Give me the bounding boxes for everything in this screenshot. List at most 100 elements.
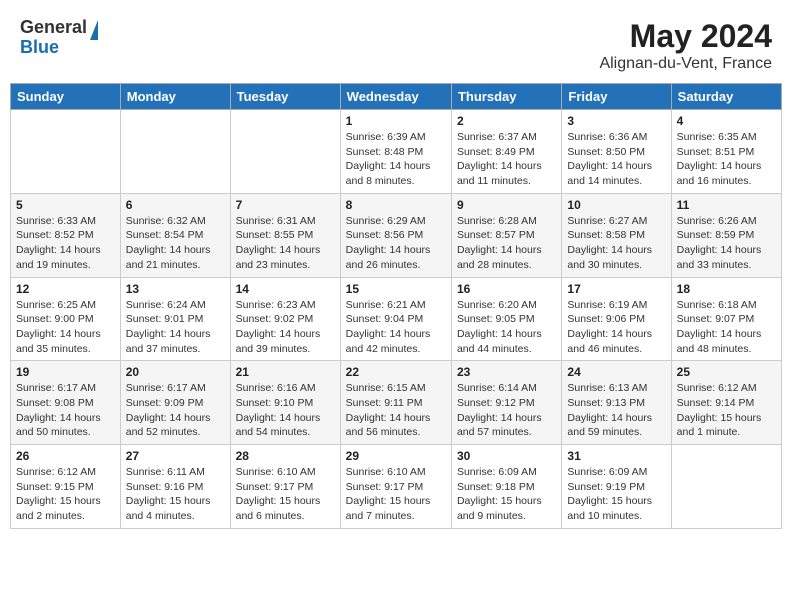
- calendar-day-cell: [230, 110, 340, 194]
- day-number: 23: [457, 365, 556, 379]
- calendar-week-row: 5Sunrise: 6:33 AM Sunset: 8:52 PM Daylig…: [11, 193, 782, 277]
- calendar-week-row: 19 Sunrise: 6:17 AM Sunset: 9:08 PM Dayli…: [11, 361, 782, 445]
- day-of-week-header: Thursday: [451, 84, 561, 110]
- day-info: Sunrise: 6:10 AM Sunset: 9:17 PM Dayligh…: [346, 465, 446, 524]
- day-of-week-header: Tuesday: [230, 84, 340, 110]
- day-info: Sunrise: 6:33 AM Sunset: 8:52 PM Dayligh…: [16, 214, 115, 273]
- day-number: 22: [346, 365, 446, 379]
- calendar-day-cell: 8 Sunrise: 6:29 AM Sunset: 8:56 PM Daylig…: [340, 193, 451, 277]
- day-info: Sunrise: 6:27 AM Sunset: 8:58 PM Dayligh…: [567, 214, 665, 273]
- day-info: Sunrise: 6:17 AM Sunset: 9:09 PM Dayligh…: [126, 381, 225, 440]
- day-number: 8: [346, 198, 446, 212]
- day-info: Sunrise: 6:09 AM Sunset: 9:19 PM Dayligh…: [567, 465, 665, 524]
- day-info: Sunrise: 6:20 AM Sunset: 9:05 PM Dayligh…: [457, 298, 556, 357]
- day-number: 13: [126, 282, 225, 296]
- calendar-day-cell: 16 Sunrise: 6:20 AM Sunset: 9:05 PM Dayli…: [451, 277, 561, 361]
- day-number: 4: [677, 114, 776, 128]
- calendar-day-cell: 5Sunrise: 6:33 AM Sunset: 8:52 PM Daylig…: [11, 193, 121, 277]
- calendar-day-cell: [671, 445, 781, 529]
- calendar-day-cell: 19 Sunrise: 6:17 AM Sunset: 9:08 PM Dayli…: [11, 361, 121, 445]
- calendar-day-cell: 9 Sunrise: 6:28 AM Sunset: 8:57 PM Daylig…: [451, 193, 561, 277]
- calendar-day-cell: 11Sunrise: 6:26 AM Sunset: 8:59 PM Dayli…: [671, 193, 781, 277]
- day-number: 6: [126, 198, 225, 212]
- day-info: Sunrise: 6:13 AM Sunset: 9:13 PM Dayligh…: [567, 381, 665, 440]
- day-number: 30: [457, 449, 556, 463]
- month-year-title: May 2024: [599, 18, 772, 55]
- day-number: 21: [236, 365, 335, 379]
- logo-triangle-icon: [90, 20, 98, 40]
- day-info: Sunrise: 6:25 AM Sunset: 9:00 PM Dayligh…: [16, 298, 115, 357]
- day-number: 1: [346, 114, 446, 128]
- day-info: Sunrise: 6:18 AM Sunset: 9:07 PM Dayligh…: [677, 298, 776, 357]
- calendar-day-cell: 18 Sunrise: 6:18 AM Sunset: 9:07 PM Dayli…: [671, 277, 781, 361]
- day-info: Sunrise: 6:12 AM Sunset: 9:14 PM Dayligh…: [677, 381, 776, 440]
- day-info: Sunrise: 6:16 AM Sunset: 9:10 PM Dayligh…: [236, 381, 335, 440]
- day-number: 3: [567, 114, 665, 128]
- calendar-day-cell: 14 Sunrise: 6:23 AM Sunset: 9:02 PM Dayli…: [230, 277, 340, 361]
- calendar-day-cell: [120, 110, 230, 194]
- day-number: 24: [567, 365, 665, 379]
- calendar-day-cell: 17 Sunrise: 6:19 AM Sunset: 9:06 PM Dayli…: [562, 277, 671, 361]
- day-number: 16: [457, 282, 556, 296]
- logo: General Blue: [20, 18, 98, 58]
- day-info: Sunrise: 6:29 AM Sunset: 8:56 PM Dayligh…: [346, 214, 446, 273]
- day-info: Sunrise: 6:15 AM Sunset: 9:11 PM Dayligh…: [346, 381, 446, 440]
- day-info: Sunrise: 6:28 AM Sunset: 8:57 PM Dayligh…: [457, 214, 556, 273]
- day-number: 2: [457, 114, 556, 128]
- day-number: 31: [567, 449, 665, 463]
- day-info: Sunrise: 6:24 AM Sunset: 9:01 PM Dayligh…: [126, 298, 225, 357]
- day-info: Sunrise: 6:39 AM Sunset: 8:48 PM Dayligh…: [346, 130, 446, 189]
- calendar-day-cell: 29 Sunrise: 6:10 AM Sunset: 9:17 PM Dayli…: [340, 445, 451, 529]
- calendar-week-row: 26 Sunrise: 6:12 AM Sunset: 9:15 PM Dayli…: [11, 445, 782, 529]
- day-of-week-header: Saturday: [671, 84, 781, 110]
- day-info: Sunrise: 6:23 AM Sunset: 9:02 PM Dayligh…: [236, 298, 335, 357]
- calendar-day-cell: 24 Sunrise: 6:13 AM Sunset: 9:13 PM Dayli…: [562, 361, 671, 445]
- calendar-day-cell: 1 Sunrise: 6:39 AM Sunset: 8:48 PM Daylig…: [340, 110, 451, 194]
- day-info: Sunrise: 6:17 AM Sunset: 9:08 PM Dayligh…: [16, 381, 115, 440]
- day-of-week-header: Sunday: [11, 84, 121, 110]
- page-header: General Blue May 2024 Alignan-du-Vent, F…: [10, 10, 782, 77]
- day-number: 25: [677, 365, 776, 379]
- calendar-day-cell: 20 Sunrise: 6:17 AM Sunset: 9:09 PM Dayli…: [120, 361, 230, 445]
- day-info: Sunrise: 6:12 AM Sunset: 9:15 PM Dayligh…: [16, 465, 115, 524]
- day-number: 9: [457, 198, 556, 212]
- calendar-day-cell: 10Sunrise: 6:27 AM Sunset: 8:58 PM Dayli…: [562, 193, 671, 277]
- day-info: Sunrise: 6:36 AM Sunset: 8:50 PM Dayligh…: [567, 130, 665, 189]
- day-number: 12: [16, 282, 115, 296]
- day-info: Sunrise: 6:09 AM Sunset: 9:18 PM Dayligh…: [457, 465, 556, 524]
- day-info: Sunrise: 6:35 AM Sunset: 8:51 PM Dayligh…: [677, 130, 776, 189]
- day-number: 29: [346, 449, 446, 463]
- day-number: 14: [236, 282, 335, 296]
- day-number: 7: [236, 198, 335, 212]
- day-number: 17: [567, 282, 665, 296]
- day-of-week-header: Wednesday: [340, 84, 451, 110]
- calendar-day-cell: 25 Sunrise: 6:12 AM Sunset: 9:14 PM Dayli…: [671, 361, 781, 445]
- calendar-day-cell: 31 Sunrise: 6:09 AM Sunset: 9:19 PM Dayli…: [562, 445, 671, 529]
- day-info: Sunrise: 6:21 AM Sunset: 9:04 PM Dayligh…: [346, 298, 446, 357]
- day-number: 27: [126, 449, 225, 463]
- calendar-day-cell: 12 Sunrise: 6:25 AM Sunset: 9:00 PM Dayli…: [11, 277, 121, 361]
- calendar-day-cell: 27 Sunrise: 6:11 AM Sunset: 9:16 PM Dayli…: [120, 445, 230, 529]
- calendar-header-row: SundayMondayTuesdayWednesdayThursdayFrid…: [11, 84, 782, 110]
- location-subtitle: Alignan-du-Vent, France: [599, 55, 772, 73]
- title-section: May 2024 Alignan-du-Vent, France: [599, 18, 772, 73]
- calendar-day-cell: 23 Sunrise: 6:14 AM Sunset: 9:12 PM Dayli…: [451, 361, 561, 445]
- calendar-day-cell: 22 Sunrise: 6:15 AM Sunset: 9:11 PM Dayli…: [340, 361, 451, 445]
- day-number: 15: [346, 282, 446, 296]
- day-info: Sunrise: 6:11 AM Sunset: 9:16 PM Dayligh…: [126, 465, 225, 524]
- day-number: 26: [16, 449, 115, 463]
- day-number: 20: [126, 365, 225, 379]
- day-number: 18: [677, 282, 776, 296]
- calendar-day-cell: 6Sunrise: 6:32 AM Sunset: 8:54 PM Daylig…: [120, 193, 230, 277]
- day-info: Sunrise: 6:31 AM Sunset: 8:55 PM Dayligh…: [236, 214, 335, 273]
- day-number: 19: [16, 365, 115, 379]
- day-info: Sunrise: 6:19 AM Sunset: 9:06 PM Dayligh…: [567, 298, 665, 357]
- day-number: 28: [236, 449, 335, 463]
- calendar-day-cell: 13 Sunrise: 6:24 AM Sunset: 9:01 PM Dayli…: [120, 277, 230, 361]
- calendar-day-cell: 7 Sunrise: 6:31 AM Sunset: 8:55 PM Daylig…: [230, 193, 340, 277]
- calendar-day-cell: 30 Sunrise: 6:09 AM Sunset: 9:18 PM Dayli…: [451, 445, 561, 529]
- calendar-day-cell: [11, 110, 121, 194]
- day-info: Sunrise: 6:14 AM Sunset: 9:12 PM Dayligh…: [457, 381, 556, 440]
- calendar-table: SundayMondayTuesdayWednesdayThursdayFrid…: [10, 83, 782, 529]
- calendar-day-cell: 28Sunrise: 6:10 AM Sunset: 9:17 PM Dayli…: [230, 445, 340, 529]
